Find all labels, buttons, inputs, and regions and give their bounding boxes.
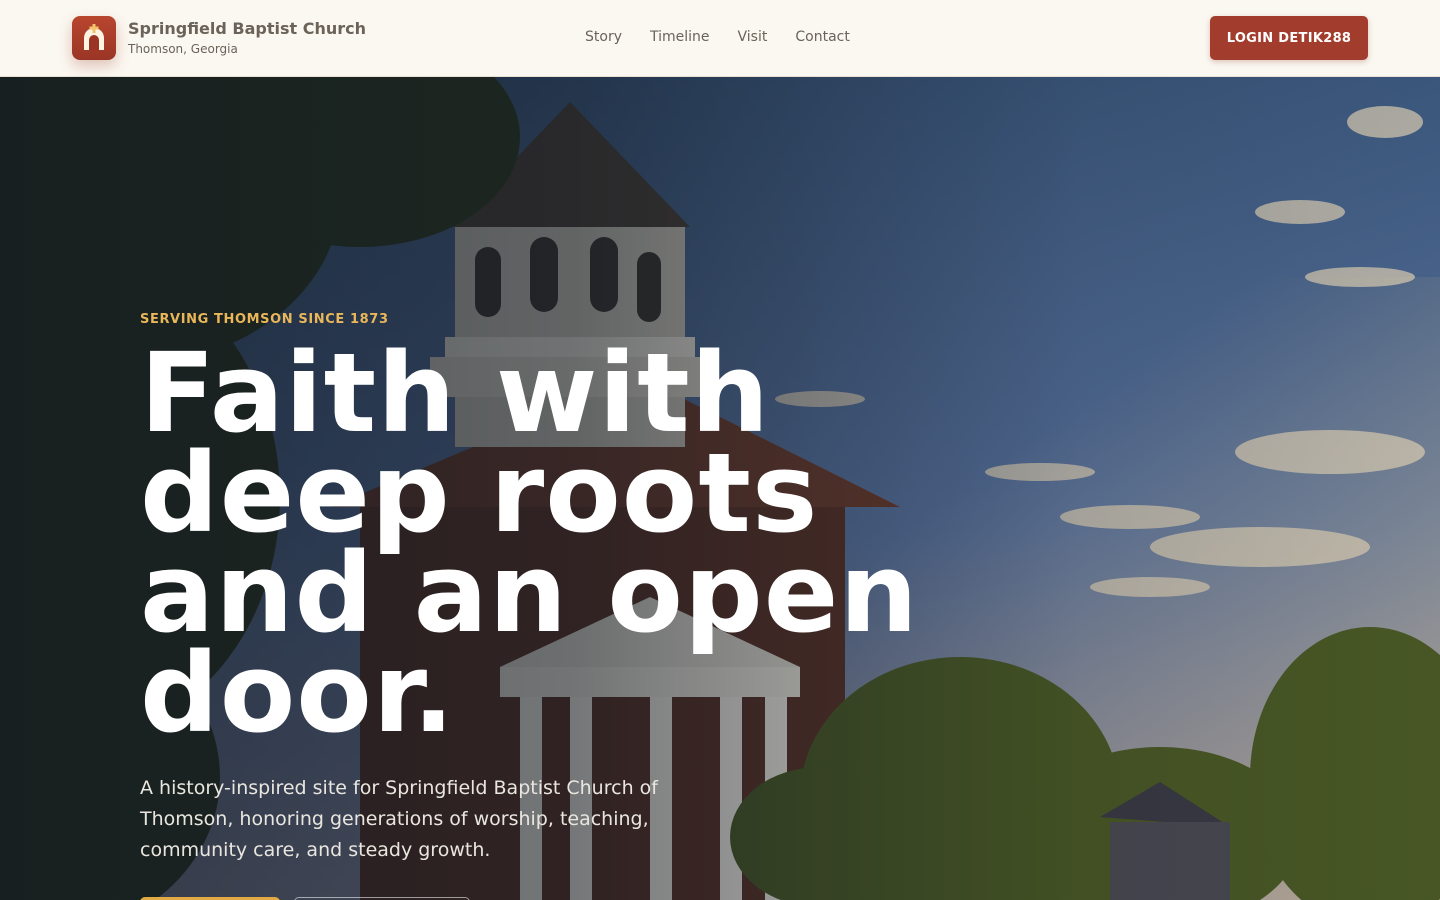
church-name: Springfield Baptist Church xyxy=(128,19,367,38)
nav-story[interactable]: Story xyxy=(585,28,622,46)
main-nav: Story Timeline Visit Contact xyxy=(585,28,850,46)
brand-text: Springfield Baptist Church Thomson, Geor… xyxy=(128,19,366,57)
nav-visit[interactable]: Visit xyxy=(738,28,768,46)
church-location: Thomson, Georgia xyxy=(128,42,238,56)
nav-contact[interactable]: Contact xyxy=(795,28,849,46)
church-logo-icon[interactable] xyxy=(72,16,116,60)
hero-description: A history-inspired site for Springfield … xyxy=(140,777,658,861)
hero-section: SERVING THOMSON SINCE 1873 Faith with de… xyxy=(0,77,1440,900)
site-header: Springfield Baptist Church Thomson, Geor… xyxy=(0,0,1440,77)
hero-headline: Faith with deep roots and an open door. xyxy=(140,329,919,757)
brand[interactable]: Springfield Baptist Church Thomson, Geor… xyxy=(72,16,366,60)
nav-timeline[interactable]: Timeline xyxy=(650,28,710,46)
hero-eyebrow: SERVING THOMSON SINCE 1873 xyxy=(140,312,389,327)
login-button[interactable]: LOGIN DETIK288 xyxy=(1210,16,1368,60)
